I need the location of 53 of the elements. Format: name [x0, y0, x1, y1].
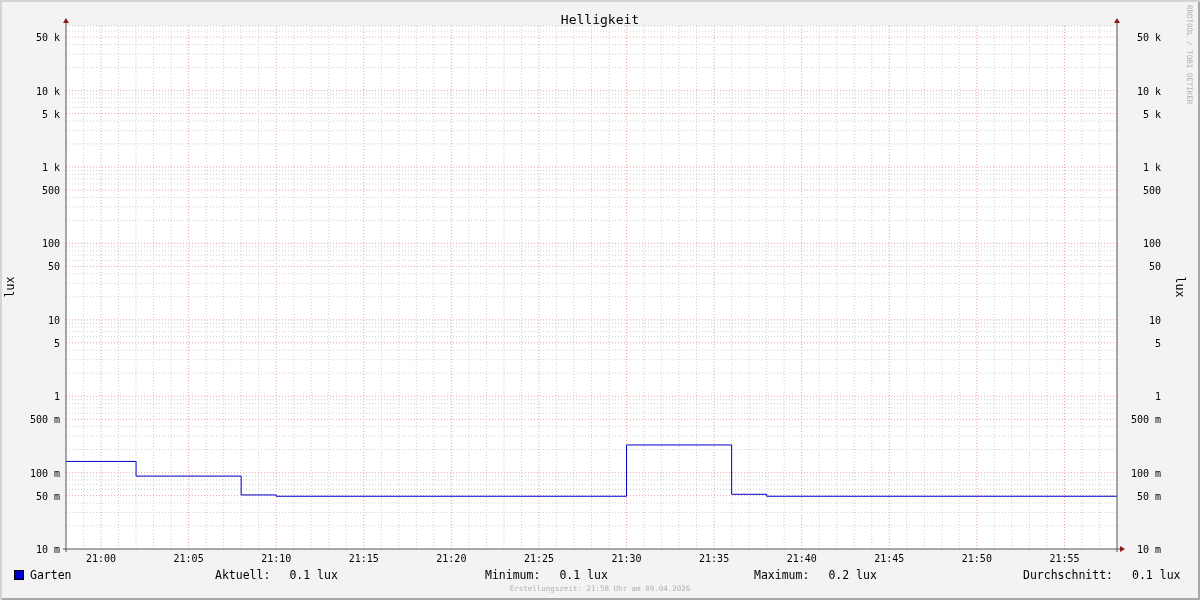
axis-tick-label: 50 — [1148, 261, 1161, 273]
axis-tick-label: 21:55 — [1049, 553, 1080, 564]
axis-tick-label: 5 k — [41, 108, 60, 120]
stat-label: Durchschnitt: — [1023, 568, 1113, 582]
axis-tick-label: 50 m — [35, 490, 60, 502]
axis-tick-label: 5 — [1154, 337, 1161, 349]
legend-swatch — [14, 570, 24, 580]
stat-label: Maximum: — [754, 568, 810, 582]
axis-tick-label: 21:10 — [261, 553, 292, 564]
axis-tick-label: 21:05 — [173, 553, 204, 564]
axis-tick-label: 21:00 — [86, 553, 117, 564]
axis-tick-label: 21:40 — [786, 553, 817, 564]
axis-tick-label: 1 k — [1142, 161, 1161, 173]
axis-tick-label: 100 — [1142, 238, 1161, 250]
axis-tick-label: 100 m — [1130, 467, 1161, 479]
stat-value: 0.1 lux — [289, 568, 338, 582]
axis-label: lux — [3, 276, 17, 298]
stat-label: Minimum: — [485, 568, 541, 582]
axis-tick-label: 500 — [41, 184, 60, 196]
axis-tick-label: 10 k — [1136, 85, 1161, 97]
axis-tick-label: 21:15 — [348, 553, 379, 564]
axis-tick-label: 10 k — [35, 85, 60, 97]
axis-tick-label: 21:50 — [961, 553, 992, 564]
axis-tick-label: 50 — [47, 261, 60, 273]
axis-tick-label: 21:25 — [523, 553, 554, 564]
axis-tick-label: 21:20 — [436, 553, 467, 564]
stat-value: 0.1 lux — [1132, 568, 1181, 582]
axis-tick-label: 500 m — [1130, 414, 1161, 426]
axis-tick-label: 10 — [47, 314, 60, 326]
axis-tick-label: 10 m — [35, 544, 60, 555]
stat-label: Aktuell: — [215, 568, 271, 582]
axis-tick-label: 21:45 — [874, 553, 905, 564]
legend-label: Garten — [30, 568, 72, 582]
axis-tick-label: 21:35 — [699, 553, 730, 564]
stat-value: 0.1 lux — [559, 568, 608, 582]
axis-tick-label: 10 m — [1136, 544, 1161, 555]
axis-tick-label: 21:30 — [611, 553, 642, 564]
axis-tick-label: 100 — [41, 238, 60, 250]
chart-title: Helligkeit — [560, 12, 640, 27]
axis-tick-label: 100 m — [29, 467, 60, 479]
axis-tick-label: 10 — [1148, 314, 1161, 326]
axis-tick-label: 1 k — [41, 161, 60, 173]
axis-tick-label: 5 k — [1142, 108, 1161, 120]
axis-tick-label: 1 — [1154, 391, 1161, 403]
axis-tick-label: 50 k — [1136, 32, 1161, 44]
axis-tick-label: 500 — [1142, 184, 1161, 196]
axis-tick-label: 500 m — [29, 414, 60, 426]
axis-tick-label: 50 k — [35, 32, 60, 44]
axis-tick-label: 5 — [53, 337, 60, 349]
axis-tick-label: 1 — [53, 391, 60, 403]
stat-value: 0.2 lux — [828, 568, 877, 582]
axis-tick-label: 50 m — [1136, 490, 1161, 502]
axis-label: lux — [1173, 276, 1187, 298]
